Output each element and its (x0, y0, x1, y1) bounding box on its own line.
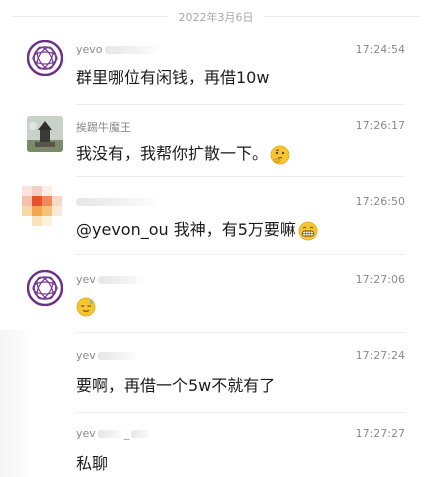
sender-name-text: yev (76, 349, 96, 362)
sender-name-text: yev (76, 273, 96, 286)
sender-name: 挨踢牛魔王 (76, 121, 131, 134)
message-text[interactable]: @yevon_ou 我神，有5万要嘛 (76, 216, 318, 241)
sender-name: yev (76, 273, 146, 286)
background-smudge (0, 330, 34, 477)
message-divider (76, 254, 406, 255)
thinking-face-emoji-icon (270, 145, 290, 164)
message-time: 17:26:17 (355, 119, 405, 132)
message-item[interactable]: yev 17:27:06 (0, 264, 433, 324)
message-text-content: 我没有，我帮你扩散一下。 (76, 144, 269, 163)
message-text-content: @yevon_ou 我神，有5万要嘛 (76, 220, 296, 239)
sender-name: yevo (76, 43, 161, 56)
date-divider-line-right (264, 16, 421, 17)
message-time: 17:26:50 (355, 195, 405, 208)
redacted-name-blur (97, 430, 124, 438)
message-time: 17:27:06 (355, 273, 405, 286)
redacted-name-blur (76, 198, 162, 206)
sender-name-suffix: _ (123, 427, 130, 440)
message-text[interactable]: 我没有，我帮你扩散一下。 (76, 140, 290, 165)
purple-ring-logo-icon (27, 270, 63, 306)
sender-name-text: yev (76, 427, 96, 440)
redacted-name-blur (97, 352, 138, 360)
date-divider-line-left (12, 16, 168, 17)
message-text[interactable]: 要啊，再借一个5w不就有了 (76, 372, 275, 396)
avatar[interactable] (27, 116, 63, 152)
purple-ring-logo-icon (27, 40, 63, 76)
sender-name: yev _ (76, 427, 152, 440)
sweat-smile-emoji-icon (76, 297, 96, 316)
message-item[interactable]: 17:26:50 @yevon_ou 我神，有5万要嘛 (0, 186, 433, 250)
message-divider (76, 412, 406, 413)
date-label: 2022年3月6日 (178, 11, 254, 24)
message-time: 17:24:54 (355, 43, 405, 56)
message-text[interactable]: 群里哪位有闲钱，再借10w (76, 64, 269, 88)
message-time: 17:27:27 (355, 427, 405, 440)
grinning-face-emoji-icon (298, 221, 318, 240)
message-item[interactable]: 挨踢牛魔王 17:26:17 我没有，我帮你扩散一下。 (0, 114, 433, 174)
message-item[interactable]: yev _ 17:27:27 私聊 (0, 420, 433, 477)
statue-photo-icon (27, 116, 63, 152)
redacted-name-blur (131, 430, 152, 438)
avatar[interactable] (27, 40, 63, 76)
message-divider (76, 104, 406, 105)
sender-name (76, 195, 162, 208)
message-text[interactable]: 私聊 (76, 450, 108, 474)
avatar[interactable] (22, 186, 68, 232)
chat-history: 2022年3月6日 yevo 17:24:54 群里哪位有闲钱，再借10w 挨踢… (0, 0, 433, 477)
sender-name-text: yevo (76, 43, 103, 56)
pixelated-avatar-icon (22, 186, 68, 232)
message-item[interactable]: yev 17:27:24 要啊，再借一个5w不就有了 (0, 342, 433, 402)
message-divider (76, 332, 406, 333)
message-time: 17:27:24 (355, 349, 405, 362)
message-text[interactable] (76, 296, 96, 317)
message-item[interactable]: yevo 17:24:54 群里哪位有闲钱，再借10w (0, 38, 433, 102)
date-divider: 2022年3月6日 (0, 6, 433, 26)
message-divider (76, 176, 406, 177)
avatar[interactable] (27, 270, 63, 306)
sender-name: yev (76, 349, 138, 362)
redacted-name-blur (104, 46, 161, 54)
redacted-name-blur (97, 276, 146, 284)
